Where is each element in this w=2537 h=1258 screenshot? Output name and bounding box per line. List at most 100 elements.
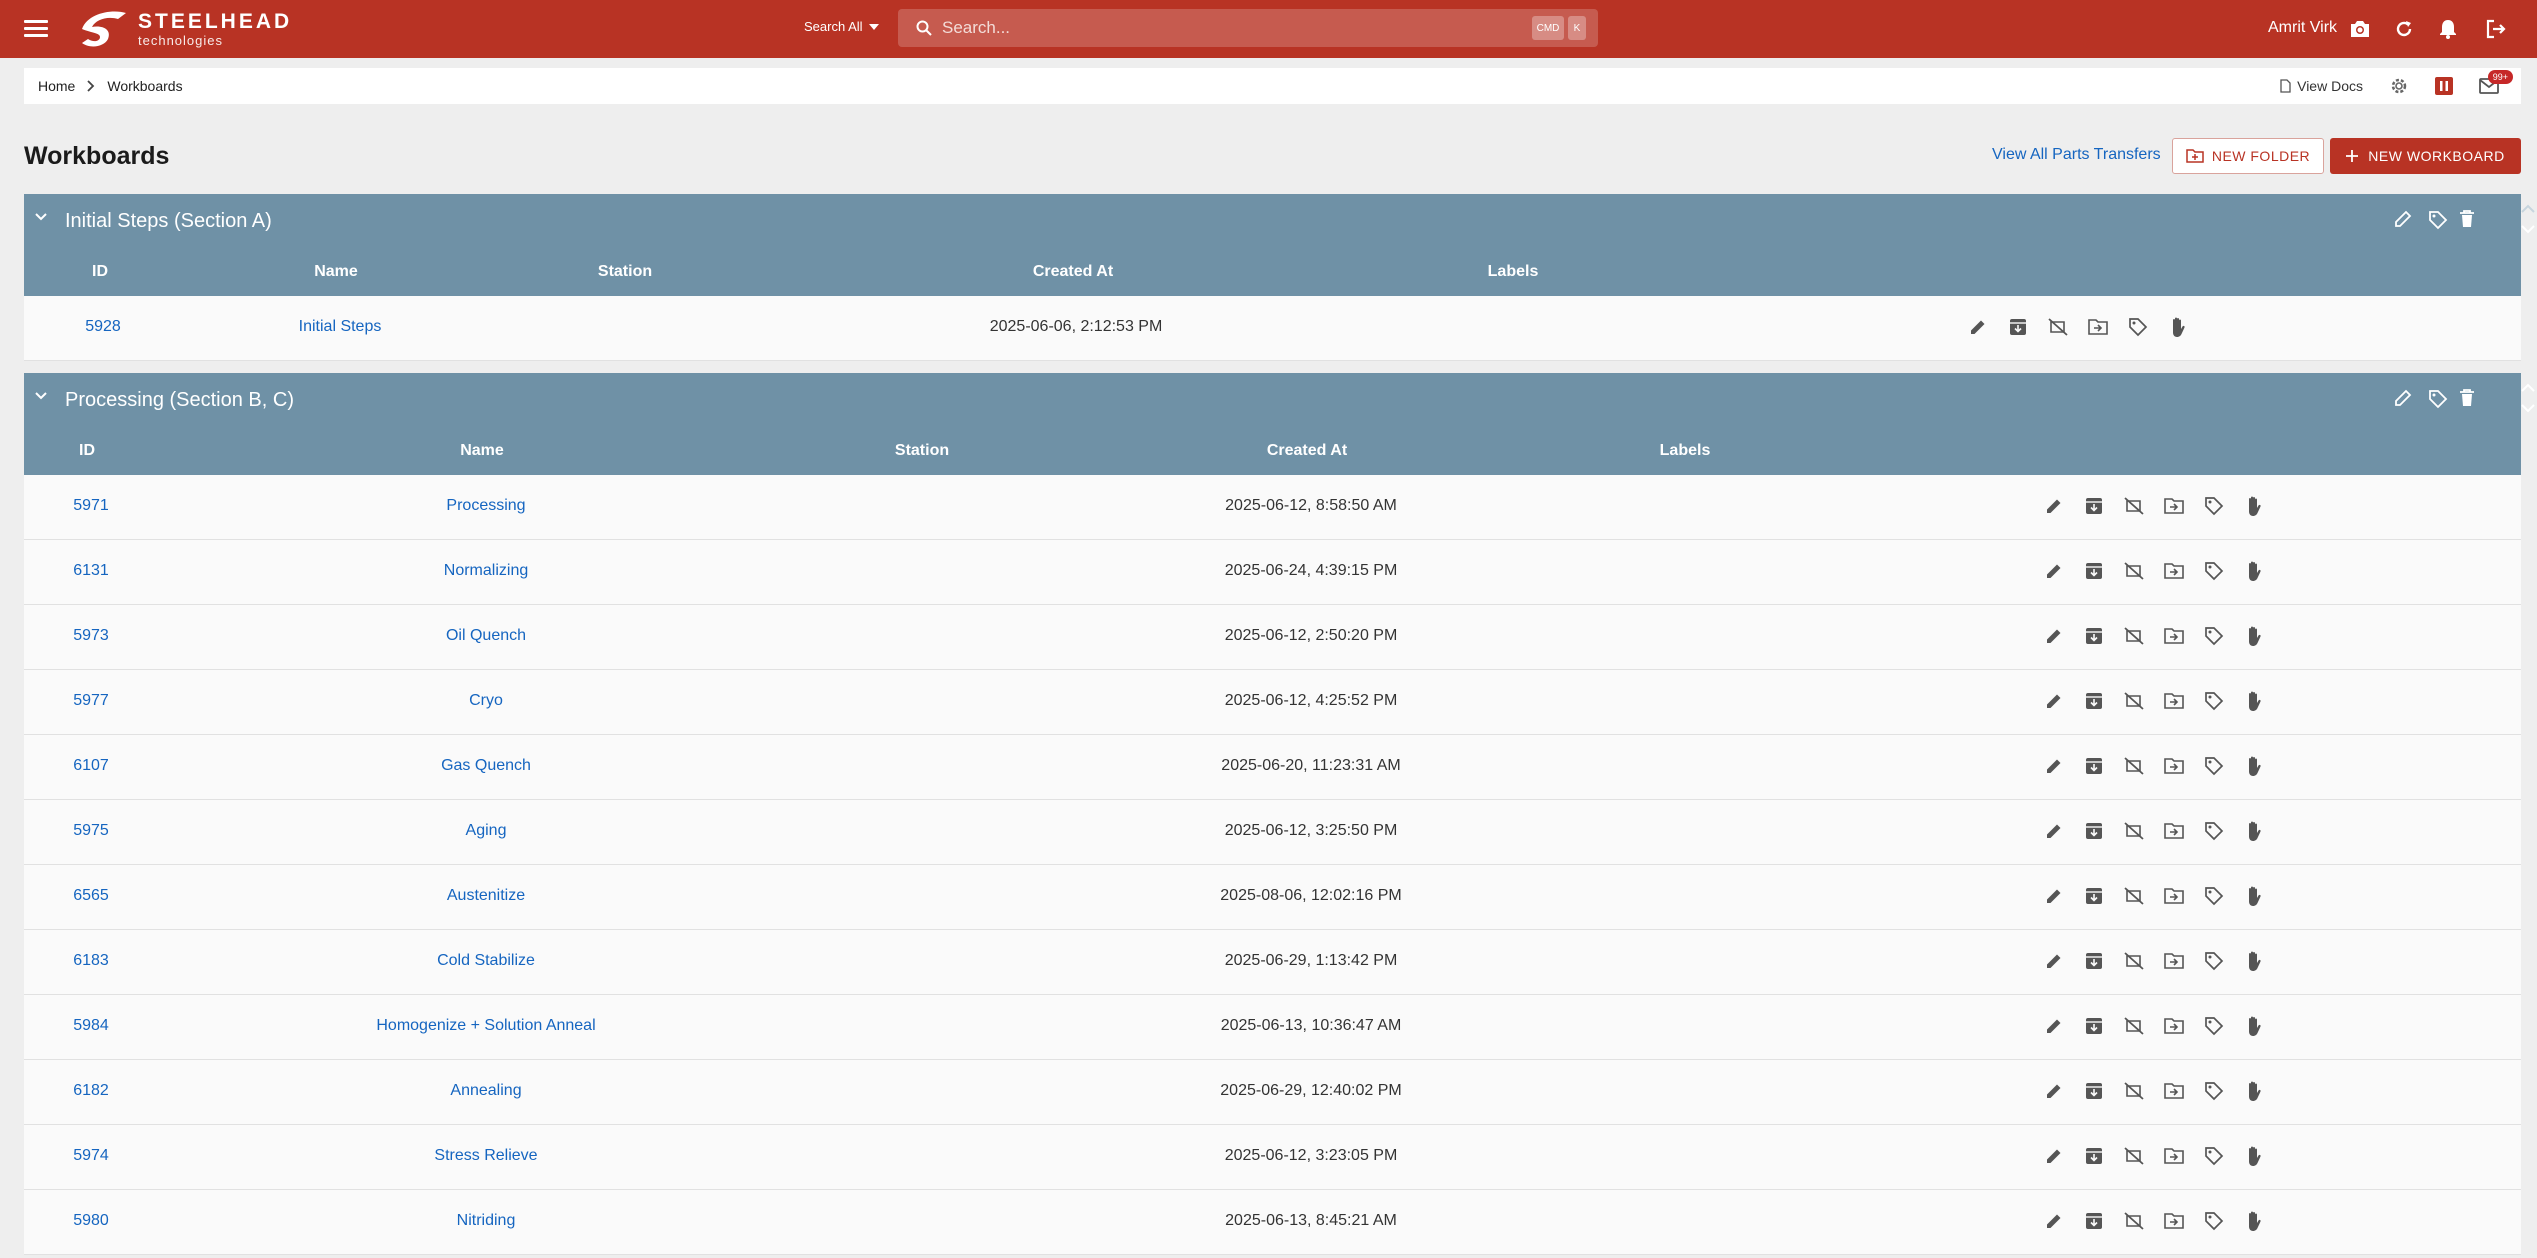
row-name-link[interactable]: Initial Steps (299, 318, 382, 336)
row-name-link[interactable]: Homogenize + Solution Anneal (376, 1017, 595, 1035)
pencil-icon[interactable] (2042, 1078, 2066, 1104)
move-to-folder-icon[interactable] (2162, 623, 2186, 649)
bell-icon[interactable] (2434, 15, 2462, 43)
hand-icon[interactable] (2242, 688, 2266, 714)
move-up-icon[interactable] (2520, 204, 2536, 214)
pencil-icon[interactable] (2042, 493, 2066, 519)
row-name-link[interactable]: Oil Quench (446, 627, 526, 645)
archive-icon[interactable] (2082, 883, 2106, 909)
archive-icon[interactable] (2082, 493, 2106, 519)
breadcrumb-home[interactable]: Home (38, 78, 75, 94)
move-down-icon[interactable] (2520, 224, 2536, 234)
archive-icon[interactable] (2082, 1143, 2106, 1169)
tag-icon[interactable] (2428, 389, 2448, 409)
hide-icon[interactable] (2122, 753, 2146, 779)
pencil-icon[interactable] (2394, 210, 2412, 228)
hand-icon[interactable] (2242, 1078, 2266, 1104)
chevron-down-icon[interactable] (34, 391, 48, 401)
search-input[interactable] (942, 18, 1442, 38)
trash-icon[interactable] (2460, 389, 2474, 407)
pencil-icon[interactable] (2042, 1013, 2066, 1039)
col-name[interactable]: Name (460, 442, 504, 460)
refresh-icon[interactable] (2390, 15, 2418, 43)
hide-icon[interactable] (2046, 314, 2070, 340)
row-id-link[interactable]: 6107 (73, 757, 109, 775)
tag-icon[interactable] (2202, 623, 2226, 649)
col-created-at[interactable]: Created At (1267, 442, 1347, 460)
table-row[interactable]: 6107 Gas Quench 2025-06-20, 11:23:31 AM (24, 735, 2521, 800)
col-labels[interactable]: Labels (1488, 263, 1539, 281)
hide-icon[interactable] (2122, 558, 2146, 584)
chevron-down-icon[interactable] (34, 212, 48, 222)
move-to-folder-icon[interactable] (2162, 688, 2186, 714)
move-to-folder-icon[interactable] (2162, 753, 2186, 779)
tag-icon[interactable] (2202, 558, 2226, 584)
row-id-link[interactable]: 6183 (73, 952, 109, 970)
view-docs-link[interactable]: View Docs (2280, 78, 2363, 94)
move-to-folder-icon[interactable] (2162, 818, 2186, 844)
row-id-link[interactable]: 5974 (73, 1147, 109, 1165)
tag-icon[interactable] (2202, 1143, 2226, 1169)
hide-icon[interactable] (2122, 1208, 2146, 1234)
row-name-link[interactable]: Cryo (469, 692, 503, 710)
hide-icon[interactable] (2122, 688, 2146, 714)
tag-icon[interactable] (2202, 493, 2226, 519)
row-name-link[interactable]: Normalizing (444, 562, 528, 580)
table-row[interactable]: 6131 Normalizing 2025-06-24, 4:39:15 PM (24, 540, 2521, 605)
menu-icon[interactable] (22, 16, 50, 42)
hand-icon[interactable] (2166, 314, 2190, 340)
view-all-parts-transfers-link[interactable]: View All Parts Transfers (1992, 146, 2161, 164)
row-name-link[interactable]: Nitriding (457, 1212, 516, 1230)
row-name-link[interactable]: Austenitize (447, 887, 525, 905)
hide-icon[interactable] (2122, 948, 2146, 974)
pencil-icon[interactable] (2042, 558, 2066, 584)
table-row[interactable]: 5973 Oil Quench 2025-06-12, 2:50:20 PM (24, 605, 2521, 670)
new-folder-button[interactable]: NEW FOLDER (2172, 138, 2324, 174)
archive-icon[interactable] (2082, 688, 2106, 714)
pencil-icon[interactable] (2042, 1143, 2066, 1169)
hide-icon[interactable] (2122, 1013, 2146, 1039)
table-row[interactable]: 5984 Homogenize + Solution Anneal 2025-06-… (24, 995, 2521, 1060)
col-station[interactable]: Station (598, 263, 652, 281)
table-row[interactable]: 6183 Cold Stabilize 2025-06-29, 1:13:42 PM (24, 930, 2521, 995)
user-name[interactable]: Amrit Virk (2268, 19, 2337, 37)
folder-header[interactable]: Processing (Section B, C) (24, 373, 2535, 429)
pencil-icon[interactable] (2042, 688, 2066, 714)
pencil-icon[interactable] (2042, 883, 2066, 909)
hand-icon[interactable] (2242, 818, 2266, 844)
archive-icon[interactable] (2082, 753, 2106, 779)
new-workboard-button[interactable]: NEW WORKBOARD (2330, 138, 2521, 174)
pencil-icon[interactable] (2042, 753, 2066, 779)
row-name-link[interactable]: Processing (446, 497, 525, 515)
move-to-folder-icon[interactable] (2086, 314, 2110, 340)
move-down-icon[interactable] (2520, 403, 2536, 413)
move-to-folder-icon[interactable] (2162, 883, 2186, 909)
move-up-icon[interactable] (2520, 383, 2536, 393)
hand-icon[interactable] (2242, 948, 2266, 974)
archive-icon[interactable] (2082, 1013, 2106, 1039)
hand-icon[interactable] (2242, 753, 2266, 779)
col-labels[interactable]: Labels (1660, 442, 1711, 460)
table-row[interactable]: 5928 Initial Steps 2025-06-06, 2:12:53 PM (24, 296, 2521, 361)
table-row[interactable]: 6182 Annealing 2025-06-29, 12:40:02 PM (24, 1060, 2521, 1125)
row-id-link[interactable]: 5980 (73, 1212, 109, 1230)
tag-icon[interactable] (2428, 210, 2448, 230)
move-to-folder-icon[interactable] (2162, 948, 2186, 974)
pencil-icon[interactable] (2042, 948, 2066, 974)
pause-icon[interactable] (2435, 77, 2453, 95)
logout-icon[interactable] (2482, 15, 2510, 43)
tag-icon[interactable] (2202, 1013, 2226, 1039)
folder-header[interactable]: Initial Steps (Section A) (24, 194, 2535, 250)
hide-icon[interactable] (2122, 623, 2146, 649)
hide-icon[interactable] (2122, 493, 2146, 519)
table-row[interactable]: 5977 Cryo 2025-06-12, 4:25:52 PM (24, 670, 2521, 735)
col-id[interactable]: ID (79, 442, 95, 460)
logo[interactable]: STEELHEAD technologies (78, 6, 292, 52)
hide-icon[interactable] (2122, 883, 2146, 909)
col-name[interactable]: Name (314, 263, 358, 281)
move-to-folder-icon[interactable] (2162, 1208, 2186, 1234)
move-to-folder-icon[interactable] (2162, 1013, 2186, 1039)
move-to-folder-icon[interactable] (2162, 1143, 2186, 1169)
table-row[interactable]: 5980 Nitriding 2025-06-13, 8:45:21 AM (24, 1190, 2521, 1255)
row-id-link[interactable]: 5971 (73, 497, 109, 515)
